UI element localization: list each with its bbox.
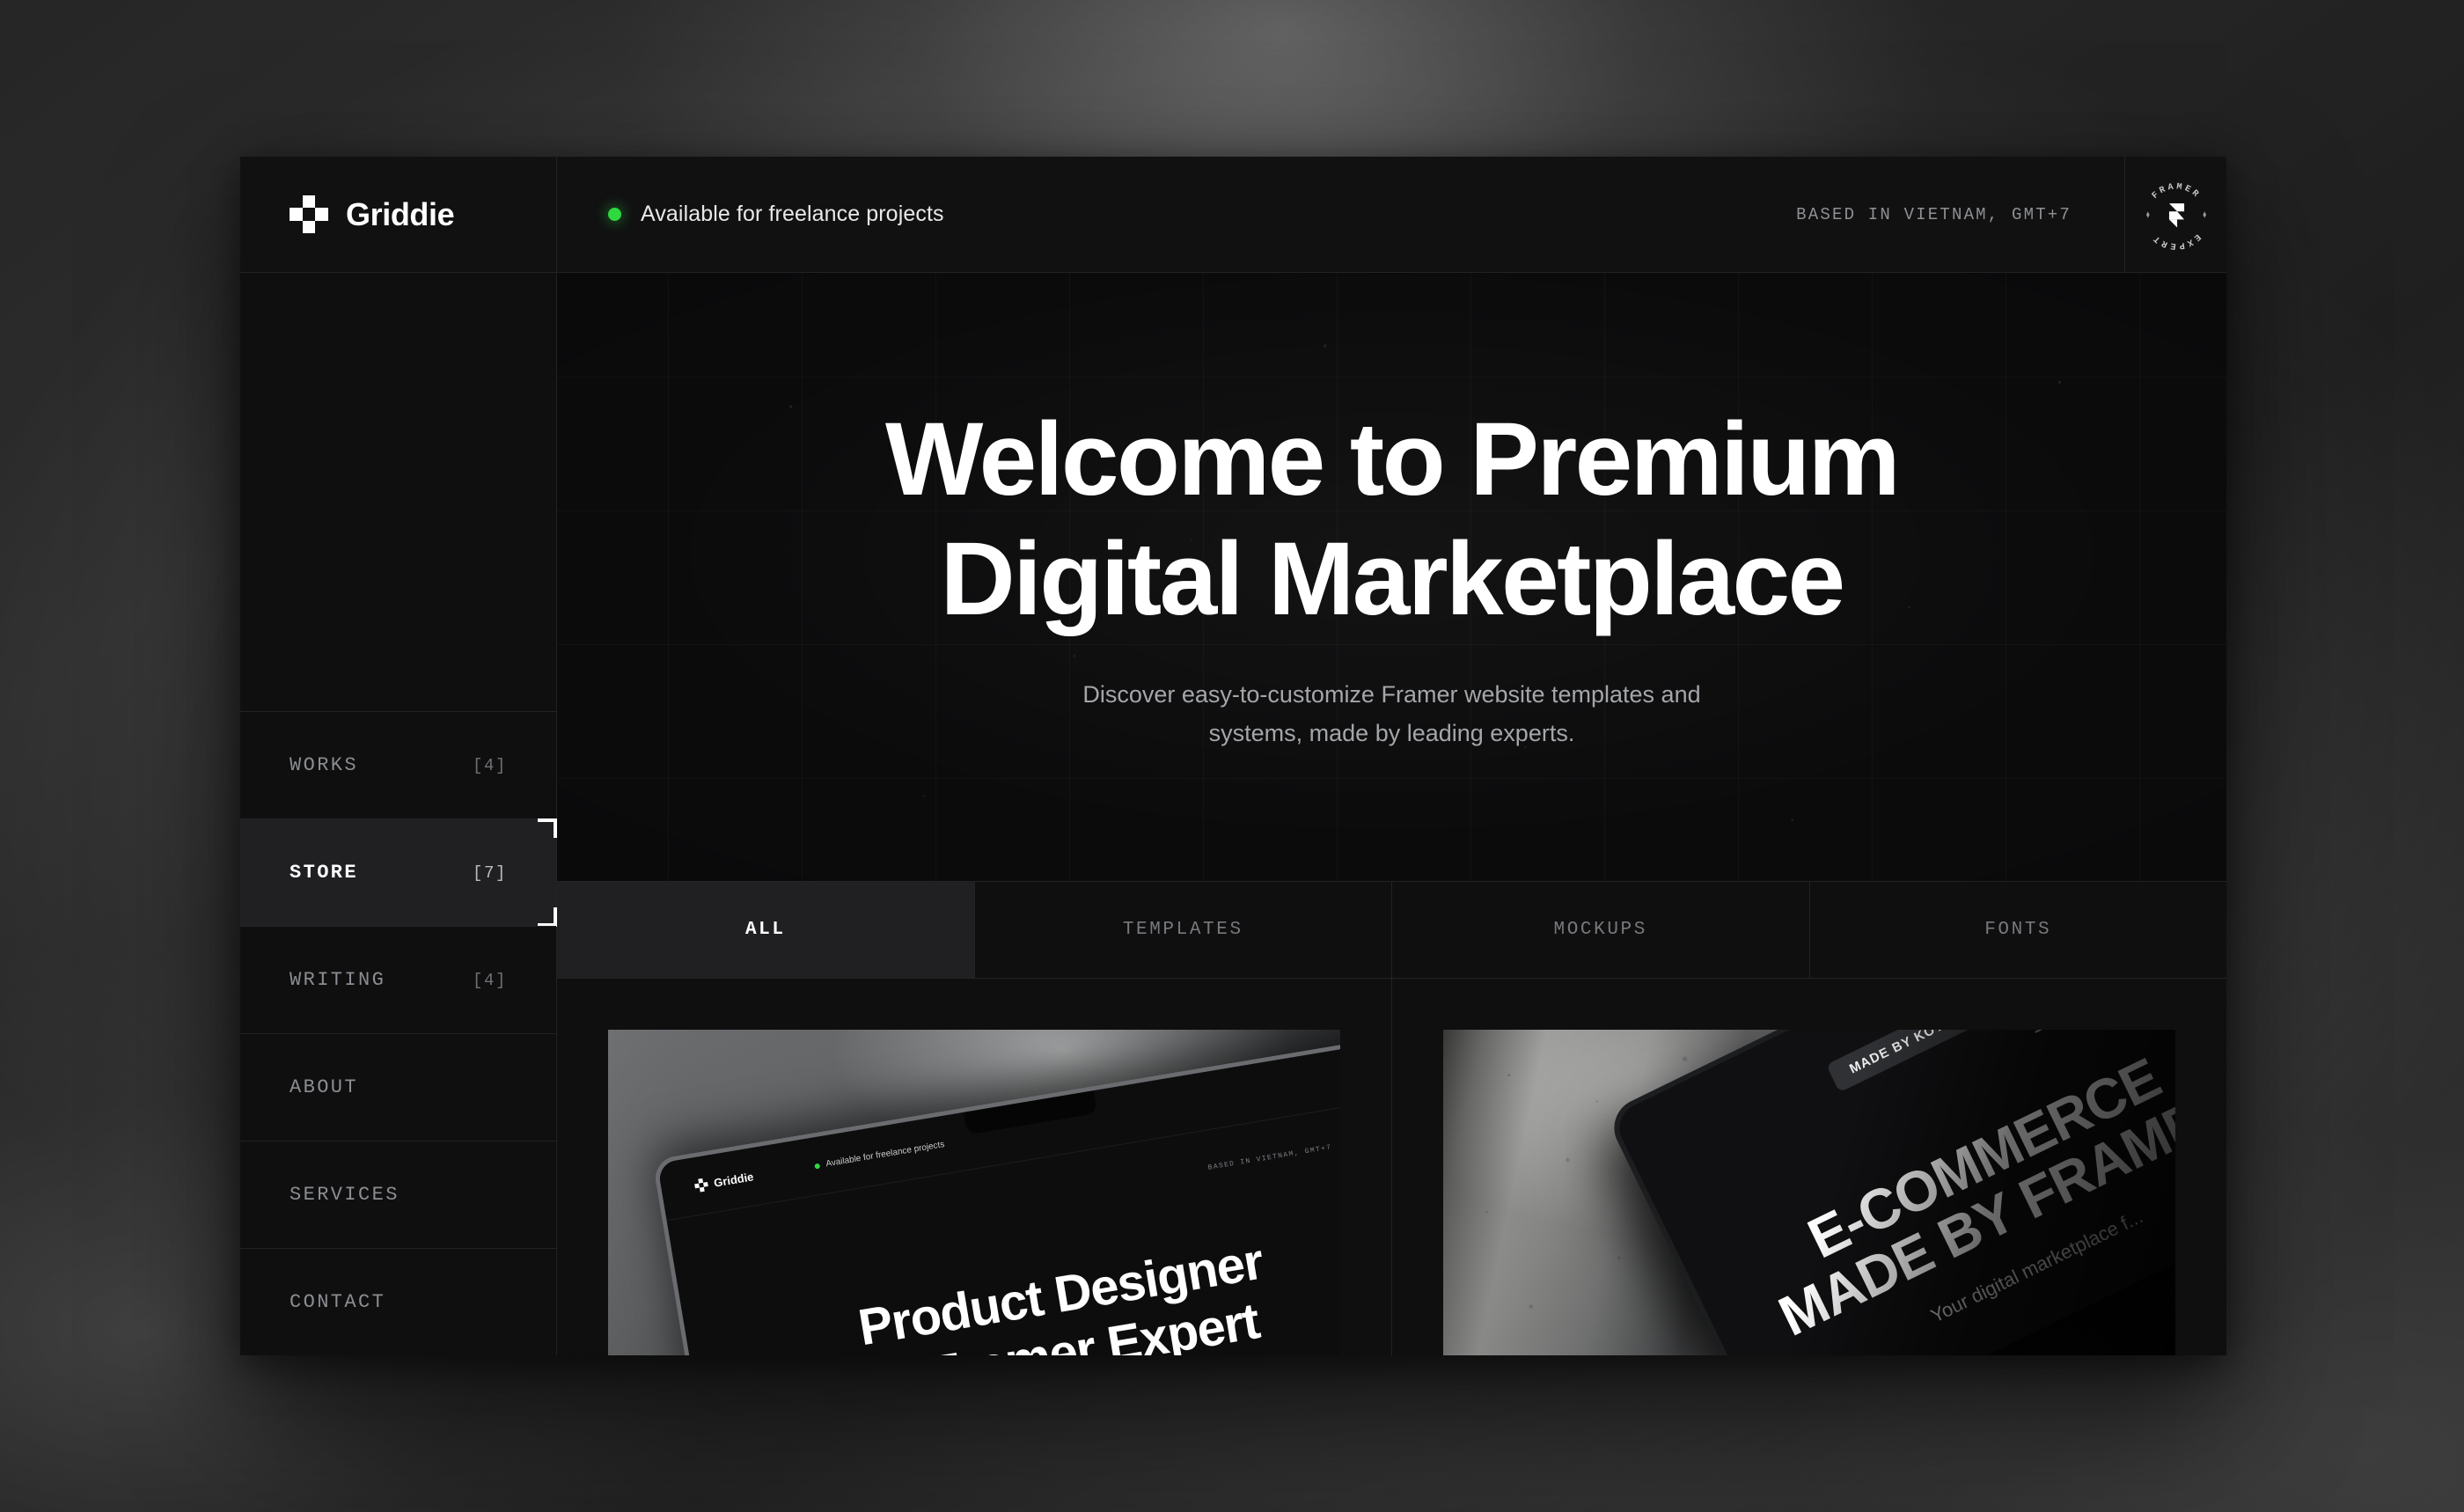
sidebar-item-store[interactable]: STORE [7] bbox=[240, 818, 557, 927]
product-card-ecommerce[interactable]: MADE BY KOTA E-COMMERCE MADE BY FRAMER Y… bbox=[1392, 979, 2226, 1355]
sidebar-item-label: WORKS bbox=[290, 754, 359, 776]
mockup-availability-dot-icon bbox=[814, 1163, 821, 1170]
sidebar-item-label: CONTACT bbox=[290, 1291, 386, 1313]
wall-shadow-overlay bbox=[1443, 1030, 2175, 1355]
sidebar-nav: WORKS [4] STORE [7] WRITING [4] ABOUT SE… bbox=[240, 273, 557, 1355]
sidebar-item-count: [4] bbox=[472, 970, 507, 990]
category-tabs: ALL TEMPLATES MOCKUPS FONTS bbox=[557, 882, 2226, 979]
sidebar-item-label: WRITING bbox=[290, 969, 386, 991]
mockup-griddie-logo-icon bbox=[693, 1178, 708, 1193]
sidebar-item-label: ABOUT bbox=[290, 1076, 359, 1098]
window-body: WORKS [4] STORE [7] WRITING [4] ABOUT SE… bbox=[240, 273, 2226, 1355]
mockup-brand-name: Griddie bbox=[712, 1170, 755, 1190]
framer-expert-badge-cell[interactable]: FRAMER EXPERT bbox=[2124, 157, 2226, 272]
brand-name: Griddie bbox=[346, 195, 455, 232]
product-card-product-designer[interactable]: Griddie Available for freelance projects… bbox=[557, 979, 1392, 1355]
framer-expert-badge-icon: FRAMER EXPERT bbox=[2145, 182, 2206, 250]
sidebar-item-count: [4] bbox=[472, 755, 507, 775]
corner-bracket-bottom-right-icon bbox=[538, 907, 557, 927]
mockup-status-text: Available for freelance projects bbox=[825, 1140, 946, 1170]
griddie-cross-logo-icon bbox=[290, 195, 328, 234]
sidebar-item-works[interactable]: WORKS [4] bbox=[240, 711, 556, 818]
svg-text:EXPERT: EXPERT bbox=[2150, 231, 2201, 249]
hero-section: Welcome to Premium Digital Marketplace D… bbox=[557, 273, 2226, 882]
sidebar-item-label: STORE bbox=[290, 862, 359, 884]
product-card-image: MADE BY KOTA E-COMMERCE MADE BY FRAMER Y… bbox=[1443, 1030, 2175, 1355]
sidebar-top-spacer bbox=[240, 273, 556, 711]
corner-bracket-top-right-icon bbox=[538, 818, 557, 838]
page-title: Welcome to Premium Digital Marketplace bbox=[884, 401, 1901, 637]
tab-templates[interactable]: TEMPLATES bbox=[975, 882, 1392, 978]
sidebar-item-services[interactable]: SERVICES bbox=[240, 1141, 556, 1248]
availability-dot-icon bbox=[608, 208, 621, 221]
availability-status-text: Available for freelance projects bbox=[641, 202, 944, 226]
mockup-headline: Product Designer & Framer Expert bbox=[854, 1232, 1267, 1355]
sidebar-item-writing[interactable]: WRITING [4] bbox=[240, 926, 556, 1033]
sidebar-item-about[interactable]: ABOUT bbox=[240, 1033, 556, 1141]
tab-mockups[interactable]: MOCKUPS bbox=[1392, 882, 1810, 978]
tab-all[interactable]: ALL bbox=[557, 882, 975, 978]
location-text: BASED IN VIETNAM, GMT+7 bbox=[1796, 204, 2072, 224]
sidebar-item-contact[interactable]: CONTACT bbox=[240, 1248, 556, 1355]
location-cell: BASED IN VIETNAM, GMT+7 bbox=[1796, 157, 2124, 272]
app-window: Griddie Available for freelance projects… bbox=[240, 157, 2226, 1355]
product-card-image: Griddie Available for freelance projects… bbox=[608, 1030, 1340, 1355]
availability-status: Available for freelance projects bbox=[557, 157, 1796, 272]
page-subtitle: Discover easy-to-customize Framer websit… bbox=[1082, 681, 1701, 747]
main-content: Welcome to Premium Digital Marketplace D… bbox=[557, 273, 2226, 1355]
tab-fonts[interactable]: FONTS bbox=[1810, 882, 2227, 978]
mockup-location-text: BASED IN VIETNAM, GMT+7 bbox=[1206, 1142, 1333, 1172]
product-grid: Griddie Available for freelance projects… bbox=[557, 979, 2226, 1355]
sidebar-item-label: SERVICES bbox=[290, 1184, 400, 1206]
sidebar-item-count: [7] bbox=[472, 862, 507, 883]
top-header-bar: Griddie Available for freelance projects… bbox=[240, 157, 2226, 273]
brand-cell[interactable]: Griddie bbox=[240, 157, 557, 272]
svg-text:FRAMER: FRAMER bbox=[2150, 182, 2201, 201]
